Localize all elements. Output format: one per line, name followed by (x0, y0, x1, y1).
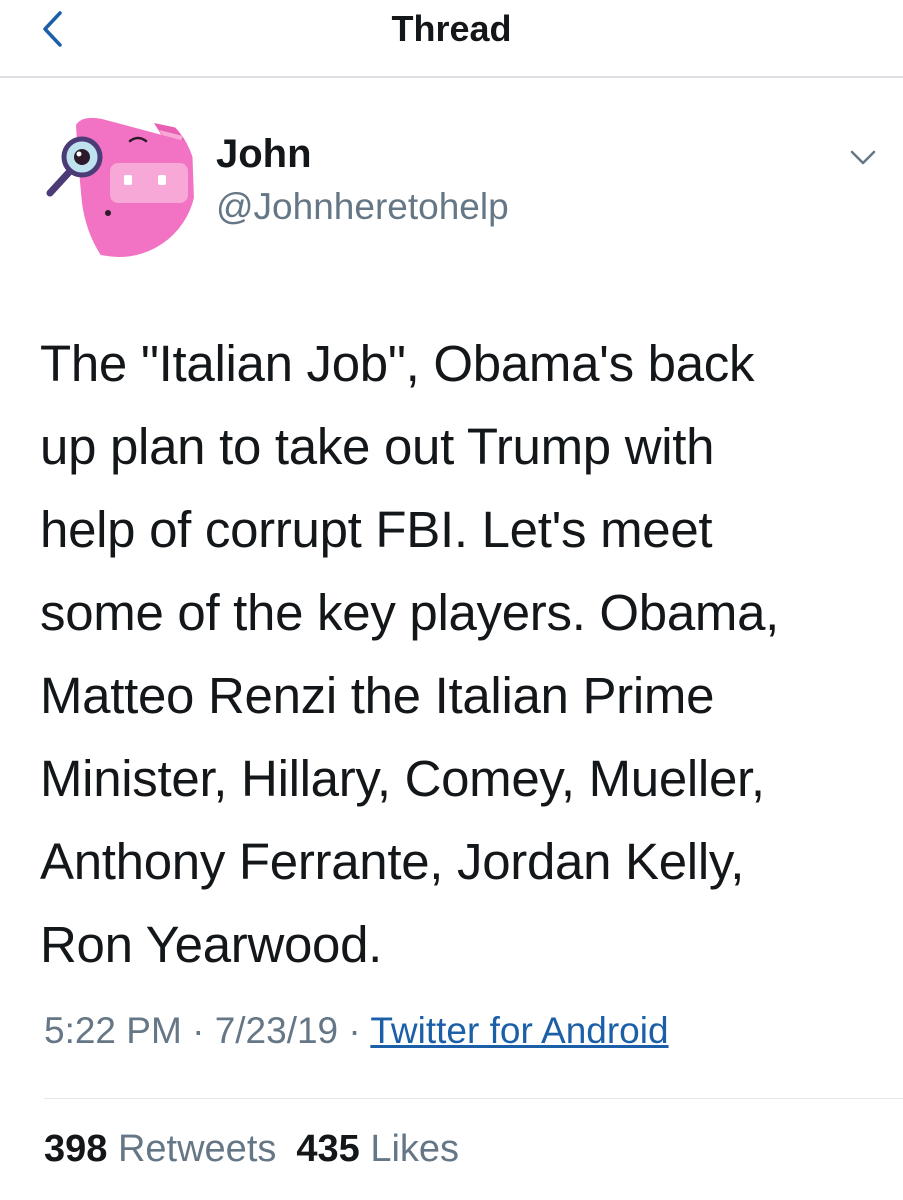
author-display-name[interactable]: John (216, 132, 312, 177)
tweet-text-line: help of corrupt FBI. Let's meet (40, 501, 713, 558)
tweet-text-line: Minister, Hillary, Comey, Mueller, (40, 750, 765, 807)
tweet-text-line: Ron Yearwood. (40, 916, 383, 973)
retweets-label: Retweets (117, 1128, 277, 1170)
meta-separator: · (192, 1010, 205, 1051)
divider (44, 1098, 903, 1099)
likes-stat[interactable]: 435 Likes (296, 1128, 459, 1170)
retweets-count: 398 (44, 1128, 108, 1170)
retweets-stat[interactable]: 398 Retweets (44, 1128, 276, 1170)
tweet-body: The "Italian Job", Obama's back up plan … (40, 322, 890, 986)
likes-label: Likes (370, 1128, 460, 1170)
tweet-source-link[interactable]: Twitter for Android (370, 1010, 668, 1051)
top-bar: Thread (0, 0, 903, 78)
page-title: Thread (391, 8, 512, 49)
tweet-text-line: some of the key players. Obama, (40, 584, 780, 641)
avatar[interactable] (42, 103, 196, 257)
tweet-text-line: The "Italian Job", Obama's back (40, 335, 755, 392)
tweet-text-line: up plan to take out Trump with (40, 418, 715, 475)
author-handle[interactable]: @Johnheretohelp (216, 186, 509, 228)
tweet-stats: 398 Retweets 435 Likes (44, 1128, 459, 1171)
likes-count: 435 (296, 1128, 360, 1170)
tweet-date: 7/23/19 (214, 1010, 339, 1051)
tweet-time: 5:22 PM (44, 1010, 182, 1051)
tweet-text-line: Anthony Ferrante, Jordan Kelly, (40, 833, 745, 890)
meta-separator: · (348, 1010, 361, 1051)
tweet-text-line: Matteo Renzi the Italian Prime (40, 667, 715, 724)
tweet-metadata: 5:22 PM · 7/23/19 · Twitter for Android (44, 1010, 669, 1052)
pig-avatar-icon (42, 103, 196, 257)
tweet-options-button[interactable] (846, 140, 880, 174)
chevron-down-icon (850, 150, 876, 165)
